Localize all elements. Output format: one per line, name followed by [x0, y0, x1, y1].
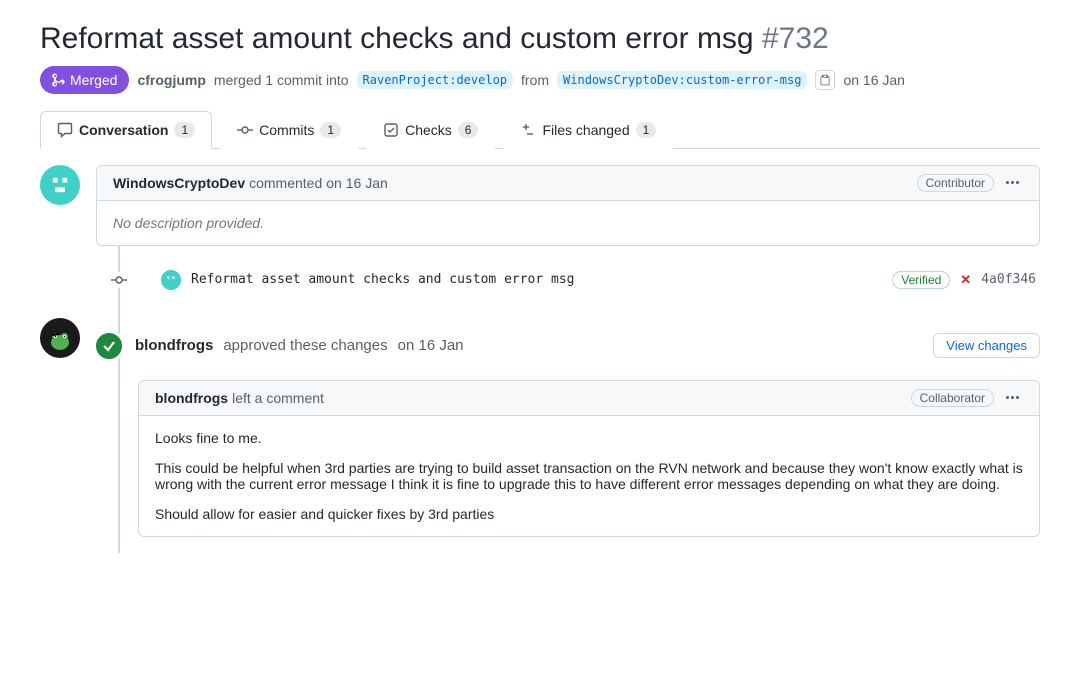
review-comment-author[interactable]: blondfrogs [155, 390, 228, 406]
verified-badge[interactable]: Verified [892, 271, 950, 289]
comment-date-1[interactable]: on 16 Jan [326, 175, 388, 191]
tab-files[interactable]: Files changed 1 [503, 111, 673, 149]
tab-files-label: Files changed [542, 122, 629, 138]
comment-action-1: commented [249, 175, 322, 191]
commit-avatar[interactable] [161, 270, 181, 290]
review-comment-header: blondfrogs left a comment Collaborator [139, 381, 1039, 416]
review-body-p1: Looks fine to me. [155, 430, 1023, 446]
tab-conversation-label: Conversation [79, 122, 168, 138]
head-branch[interactable]: WindowsCryptoDev:custom-error-msg [557, 71, 807, 89]
review-comment-box: blondfrogs left a comment Collaborator L… [138, 380, 1040, 537]
check-icon [101, 338, 117, 354]
review-comment-menu[interactable] [1002, 392, 1023, 403]
role-badge-contributor: Contributor [917, 174, 994, 192]
comment-body-1: No description provided. [97, 201, 1039, 245]
clipboard-icon [819, 74, 831, 86]
tab-commits-label: Commits [259, 122, 314, 138]
merged-text-1: merged 1 commit into [214, 72, 349, 88]
tab-commits[interactable]: Commits 1 [220, 111, 358, 149]
comment-menu-1[interactable] [1002, 177, 1023, 188]
timeline: WindowsCryptoDev commented on 16 Jan Con… [40, 165, 1040, 553]
comment-icon [57, 122, 73, 138]
avatar-blondfrogs[interactable] [40, 318, 80, 358]
tab-checks[interactable]: Checks 6 [366, 111, 495, 149]
avatar-windowscryptodev[interactable] [40, 165, 80, 205]
commit-sha[interactable]: 4a0f346 [981, 272, 1036, 287]
merged-by-user[interactable]: cfrogjump [137, 72, 205, 88]
commit-icon [237, 122, 253, 138]
diff-icon [520, 122, 536, 138]
avatar-pixel-icon [165, 274, 177, 286]
pr-number: #732 [762, 22, 829, 55]
tab-checks-label: Checks [405, 122, 452, 138]
merged-badge: Merged [40, 66, 129, 94]
review-body-p2: This could be helpful when 3rd parties a… [155, 460, 1023, 492]
pr-title-text: Reformat asset amount checks and custom … [40, 22, 754, 55]
approve-badge [93, 330, 125, 362]
commit-message[interactable]: Reformat asset amount checks and custom … [191, 272, 575, 287]
tab-commits-count: 1 [320, 122, 341, 138]
pr-meta-row: Merged cfrogjump merged 1 commit into Ra… [40, 66, 1040, 94]
review-author[interactable]: blondfrogs [135, 337, 213, 354]
review-date[interactable]: on 16 Jan [398, 337, 464, 354]
tab-files-count: 1 [636, 122, 657, 138]
no-description-text: No description provided. [113, 215, 1023, 231]
base-branch[interactable]: RavenProject:develop [357, 71, 514, 89]
merge-icon [52, 73, 66, 87]
tab-checks-count: 6 [458, 122, 479, 138]
check-fail-icon[interactable]: ✕ [960, 272, 971, 288]
comment-author-1[interactable]: WindowsCryptoDev [113, 175, 245, 191]
merged-date: on 16 Jan [843, 72, 905, 88]
review-body-p3: Should allow for easier and quicker fixe… [155, 506, 1023, 522]
merged-badge-label: Merged [70, 72, 117, 88]
commit-row: Reformat asset amount checks and custom … [111, 262, 1040, 298]
review-action: approved these changes [223, 337, 387, 354]
avatar-pixel-icon [48, 173, 72, 197]
review-header: blondfrogs approved these changes on 16 … [93, 322, 1040, 370]
timeline-comment-1: WindowsCryptoDev commented on 16 Jan Con… [40, 165, 1040, 246]
comment-box-1: WindowsCryptoDev commented on 16 Jan Con… [96, 165, 1040, 246]
checks-icon [383, 122, 399, 138]
merged-text-2: from [521, 72, 549, 88]
commit-node-icon [111, 272, 127, 288]
tab-bar: Conversation 1 Commits 1 Checks 6 Files … [40, 110, 1040, 149]
review-comment-action: left a comment [232, 390, 324, 406]
timeline-rail: Reformat asset amount checks and custom … [118, 246, 1040, 553]
pr-title: Reformat asset amount checks and custom … [40, 20, 1040, 58]
tab-conversation-count: 1 [174, 122, 195, 138]
role-badge-collaborator: Collaborator [911, 389, 994, 407]
pr-header: Reformat asset amount checks and custom … [40, 20, 1040, 94]
review-comment-body: Looks fine to me. This could be helpful … [139, 416, 1039, 536]
frog-avatar-icon [45, 323, 75, 353]
copy-branch-button[interactable] [815, 70, 835, 90]
tab-conversation[interactable]: Conversation 1 [40, 111, 212, 149]
comment-header-1: WindowsCryptoDev commented on 16 Jan Con… [97, 166, 1039, 201]
view-changes-button[interactable]: View changes [933, 333, 1040, 358]
